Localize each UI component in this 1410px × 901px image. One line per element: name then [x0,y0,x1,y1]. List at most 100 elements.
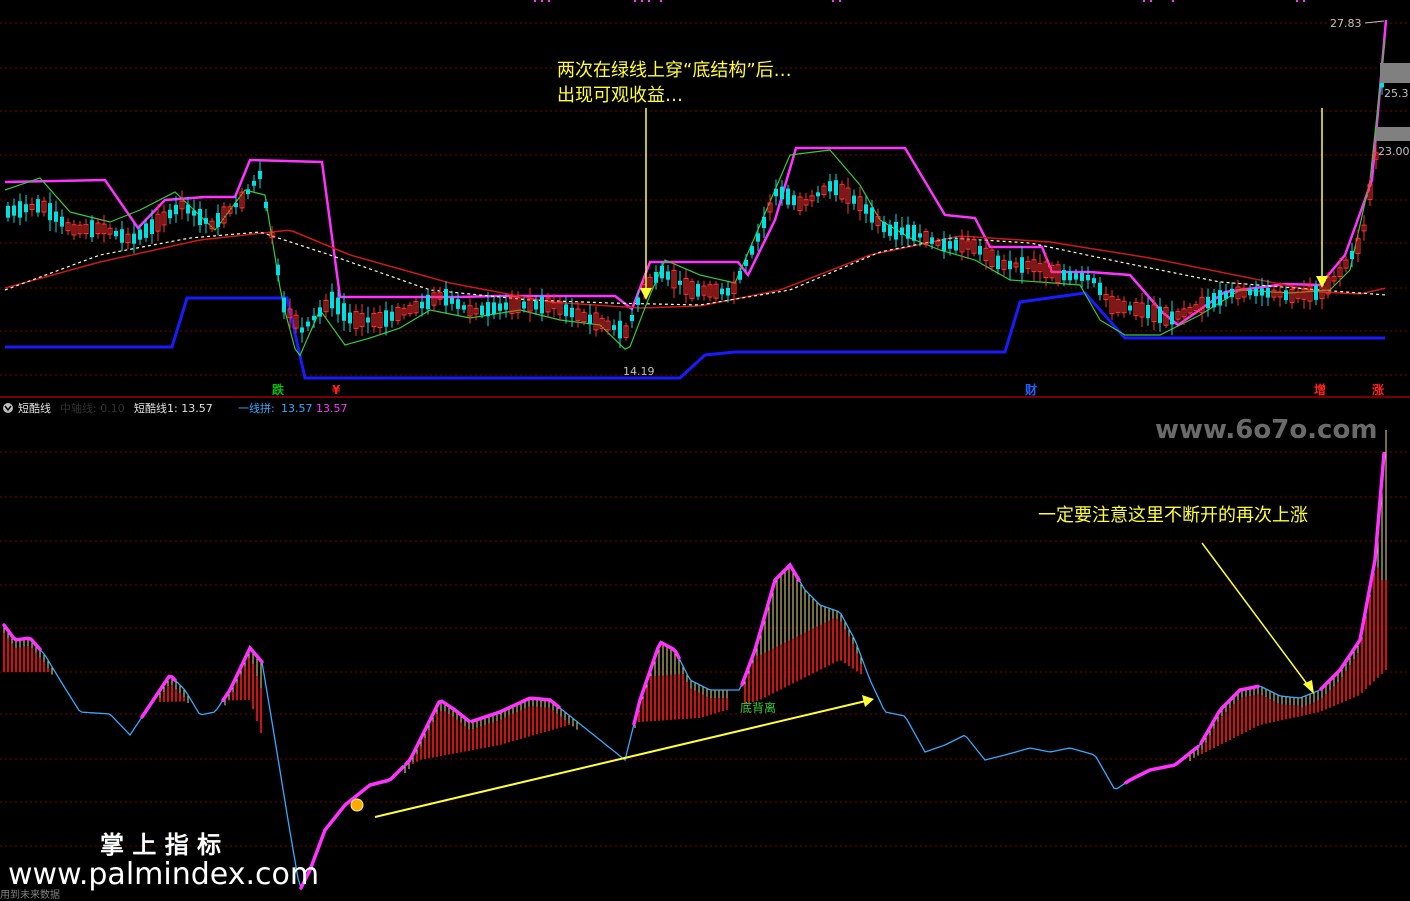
candle-down[interactable] [150,219,154,235]
candle-down[interactable] [942,239,946,251]
candle-down[interactable] [564,304,568,317]
candle-down[interactable] [12,205,16,216]
candle-down[interactable] [570,307,574,318]
candle-down[interactable] [1086,274,1090,281]
candle-down[interactable] [246,189,250,195]
candle-down[interactable] [786,188,790,205]
candle-down[interactable] [1068,271,1072,281]
candle-down[interactable] [462,305,466,310]
candle-down[interactable] [342,303,346,321]
candle-down[interactable] [1284,290,1288,301]
candle-down[interactable] [654,271,658,283]
candle-down[interactable] [882,221,886,233]
signal-badge-increase[interactable]: 增 [1314,382,1326,397]
candle-down[interactable] [762,216,766,229]
candle-down[interactable] [444,289,448,306]
candle-down[interactable] [132,233,136,244]
candle-down[interactable] [696,283,700,297]
candle-down[interactable] [864,204,868,214]
indicator-name[interactable]: 短酷线 [18,401,51,415]
candle-down[interactable] [1146,304,1150,319]
candle-down[interactable] [774,188,778,197]
candle-down[interactable] [852,195,856,204]
candle-down[interactable] [894,221,898,240]
candle-down[interactable] [912,224,916,241]
candle-down[interactable] [1224,291,1228,299]
candle-down[interactable] [90,220,94,238]
candle-down[interactable] [144,223,148,238]
candle-down[interactable] [792,195,796,206]
candle-down[interactable] [744,259,748,266]
candle-down[interactable] [1314,285,1318,300]
candle-down[interactable] [258,170,262,180]
candle-down[interactable] [678,280,682,285]
candle-down[interactable] [726,288,730,296]
candle-down[interactable] [48,203,52,221]
candle-down[interactable] [1098,282,1102,295]
signal-badge-rise[interactable]: 涨 [1372,382,1384,397]
candle-down[interactable] [198,208,202,226]
candle-down[interactable] [174,204,178,215]
candle-down[interactable] [900,227,904,235]
candle-down[interactable] [276,264,280,276]
candle-down[interactable] [306,321,310,327]
candle-down[interactable] [750,246,754,255]
candle-down[interactable] [1158,306,1162,323]
candle-down[interactable] [390,311,394,321]
candle-down[interactable] [720,288,724,295]
candle-down[interactable] [366,317,370,323]
candle-down[interactable] [930,237,934,244]
candle-down[interactable] [870,207,874,223]
candle-down[interactable] [1260,288,1264,296]
candle-down[interactable] [978,246,982,255]
collapse-icon[interactable] [3,403,13,413]
candle-down[interactable] [660,265,664,279]
candle-down[interactable] [780,186,784,200]
candle-down[interactable] [1170,311,1174,325]
candle-down[interactable] [1230,288,1234,298]
candle-down[interactable] [948,241,952,249]
candle-down[interactable] [282,297,286,313]
candle-down[interactable] [1074,273,1078,280]
candle-down[interactable] [1266,287,1270,298]
candle-down[interactable] [24,204,28,213]
candle-down[interactable] [192,210,196,216]
candle-down[interactable] [954,239,958,251]
candle-down[interactable] [420,301,424,309]
candle-down[interactable] [1128,305,1132,311]
candle-down[interactable] [60,216,64,227]
candle-down[interactable] [618,320,622,339]
signal-badge-wealth[interactable]: 财 [1024,382,1037,397]
candle-down[interactable] [138,229,142,240]
candle-down[interactable] [828,181,832,192]
candle-down[interactable] [1062,270,1066,281]
candle-down[interactable] [36,199,40,213]
indicator-legend[interactable]: 短酷线 中轴线: 0.10 短酷线1: 13.57 一线拼: 13.57 13.… [3,401,348,415]
candle-down[interactable] [204,218,208,224]
candle-down[interactable] [1254,288,1258,297]
candle-down[interactable] [816,192,820,197]
candle-down[interactable] [522,301,526,309]
candle-down[interactable] [756,233,760,242]
signal-badge-sell[interactable]: 跌 [272,382,285,397]
candle-down[interactable] [18,201,22,218]
candle-down[interactable] [1092,278,1096,284]
brand-url[interactable]: www.palmindex.com [8,857,319,892]
candle-down[interactable] [636,297,640,305]
candle-down[interactable] [498,303,502,311]
indicator-panel[interactable] [2,430,1388,890]
candle-down[interactable] [534,300,538,310]
candle-down[interactable] [120,229,124,243]
candle-down[interactable] [834,180,838,196]
candle-down[interactable] [312,315,316,321]
candle-down[interactable] [426,294,430,310]
candle-down[interactable] [480,305,484,315]
candle-down[interactable] [738,270,742,280]
candle-down[interactable] [6,205,10,218]
candle-down[interactable] [588,314,592,324]
candle-down[interactable] [234,202,238,208]
candle-down[interactable] [330,291,334,309]
candle-down[interactable] [918,233,922,238]
candle-down[interactable] [216,213,220,227]
signal-badge-yuan[interactable]: ¥ [332,383,341,397]
